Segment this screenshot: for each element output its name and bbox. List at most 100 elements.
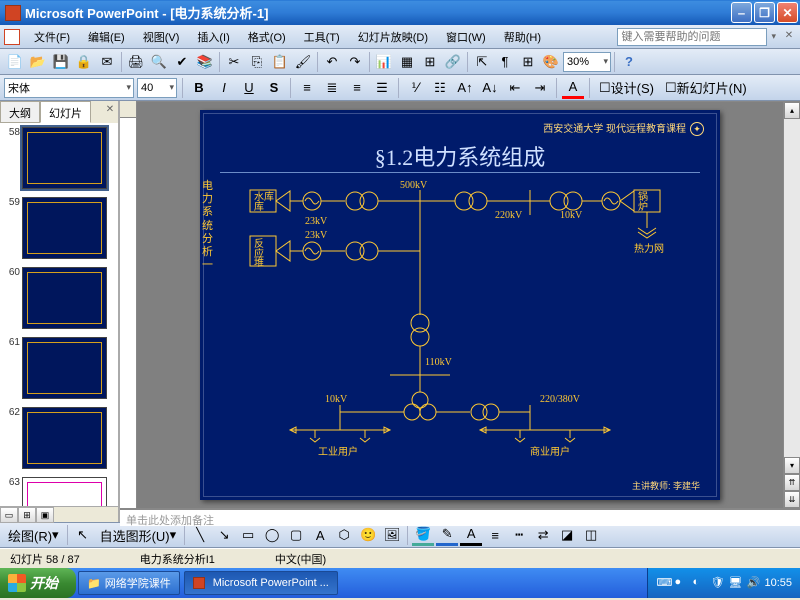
- thumbnail[interactable]: 60: [4, 267, 114, 329]
- rectangle-button[interactable]: ▭: [237, 524, 259, 546]
- scroll-down-button[interactable]: ▾: [784, 457, 800, 474]
- select-button[interactable]: ↖: [72, 524, 94, 546]
- preview-button[interactable]: 🔍: [148, 51, 170, 73]
- pane-close-button[interactable]: ✕: [102, 101, 118, 123]
- wordart-button[interactable]: A: [309, 524, 331, 546]
- expand-button[interactable]: ⇱: [471, 51, 493, 73]
- menu-dropdown-icon[interactable]: ▾: [771, 31, 776, 42]
- textbox-button[interactable]: ▢: [285, 524, 307, 546]
- tab-outline[interactable]: 大纲: [0, 101, 40, 123]
- undo-button[interactable]: ↶: [321, 51, 343, 73]
- italic-button[interactable]: I: [213, 77, 235, 99]
- notes-pane[interactable]: 单击此处添加备注: [120, 508, 800, 526]
- thumbnail[interactable]: 59: [4, 197, 114, 259]
- menu-insert[interactable]: 插入(I): [189, 27, 237, 47]
- thumbnail[interactable]: 58: [4, 127, 114, 189]
- cut-button[interactable]: ✂: [223, 51, 245, 73]
- font-color-button-2[interactable]: A: [460, 524, 482, 546]
- line-color-button[interactable]: ✎: [436, 524, 458, 546]
- font-name-combo[interactable]: 宋体: [4, 78, 134, 98]
- tray-icon[interactable]: 🔊: [746, 576, 760, 590]
- diagram-button[interactable]: ⬡: [333, 524, 355, 546]
- font-color-button[interactable]: A: [562, 77, 584, 99]
- align-center-button[interactable]: ≣: [321, 77, 343, 99]
- paste-button[interactable]: 📋: [269, 51, 291, 73]
- zoom-combo[interactable]: 30%: [563, 52, 611, 72]
- tray-icon[interactable]: ⌨: [656, 576, 670, 590]
- hyperlink-button[interactable]: 🔗: [442, 51, 464, 73]
- thumbnail[interactable]: 61: [4, 337, 114, 399]
- new-slide-button[interactable]: ☐ 新幻灯片(N): [661, 77, 751, 99]
- align-right-button[interactable]: ≡: [346, 77, 368, 99]
- chart-button[interactable]: 📊: [373, 51, 395, 73]
- decrease-indent-button[interactable]: ⇤: [504, 77, 526, 99]
- help-button[interactable]: ?: [618, 51, 640, 73]
- vertical-scrollbar[interactable]: ▴ ▾ ⇈ ⇊: [783, 102, 800, 508]
- thumbnail[interactable]: 62: [4, 407, 114, 469]
- spell-button[interactable]: ✔: [171, 51, 193, 73]
- picture-button[interactable]: 🖼: [381, 524, 403, 546]
- underline-button[interactable]: U: [238, 77, 260, 99]
- 3d-style-button[interactable]: ◫: [580, 524, 602, 546]
- new-button[interactable]: 📄: [4, 51, 26, 73]
- email-button[interactable]: ✉: [96, 51, 118, 73]
- numbering-button[interactable]: ⅟: [404, 77, 426, 99]
- increase-font-button[interactable]: A↑: [454, 77, 476, 99]
- prev-slide-button[interactable]: ⇈: [784, 474, 800, 491]
- bold-button[interactable]: B: [188, 77, 210, 99]
- font-size-combo[interactable]: 40: [137, 78, 177, 98]
- dash-style-button[interactable]: ┅: [508, 524, 530, 546]
- format-painter-button[interactable]: 🖌: [292, 51, 314, 73]
- bullets-button[interactable]: ☷: [429, 77, 451, 99]
- taskbar-item[interactable]: 📁 网络学院课件: [78, 571, 180, 595]
- tray-icon[interactable]: 🛡: [710, 576, 724, 590]
- doc-close-button[interactable]: ✕: [782, 30, 796, 44]
- slide-canvas[interactable]: 西安交通大学 现代远程教育课程✦ §1.2电力系统组成 电力系统分析一 水库库 …: [137, 102, 783, 508]
- thumbnails-list[interactable]: 58 59 60 61 62 63: [0, 123, 118, 506]
- next-slide-button[interactable]: ⇊: [784, 491, 800, 508]
- slide[interactable]: 西安交通大学 现代远程教育课程✦ §1.2电力系统组成 电力系统分析一 水库库 …: [200, 110, 720, 500]
- copy-button[interactable]: ⎘: [246, 51, 268, 73]
- start-button[interactable]: 开始: [0, 568, 76, 598]
- scroll-up-button[interactable]: ▴: [784, 102, 800, 119]
- menu-slideshow[interactable]: 幻灯片放映(D): [350, 27, 436, 47]
- close-button[interactable]: ✕: [777, 2, 798, 23]
- open-button[interactable]: 📂: [27, 51, 49, 73]
- grid-button[interactable]: ⊞: [517, 51, 539, 73]
- increase-indent-button[interactable]: ⇥: [529, 77, 551, 99]
- oval-button[interactable]: ◯: [261, 524, 283, 546]
- decrease-font-button[interactable]: A↓: [479, 77, 501, 99]
- maximize-button[interactable]: ❐: [754, 2, 775, 23]
- minimize-button[interactable]: ‒: [731, 2, 752, 23]
- menu-tools[interactable]: 工具(T): [296, 27, 348, 47]
- line-style-button[interactable]: ≡: [484, 524, 506, 546]
- align-left-button[interactable]: ≡: [296, 77, 318, 99]
- tray-icon[interactable]: ●: [674, 576, 688, 590]
- arrow-button[interactable]: ↘: [213, 524, 235, 546]
- help-search[interactable]: [617, 28, 767, 46]
- redo-button[interactable]: ↷: [344, 51, 366, 73]
- normal-view-button[interactable]: ▭: [0, 507, 18, 523]
- fill-color-button[interactable]: 🪣: [412, 524, 434, 546]
- system-tray[interactable]: ⌨ ● ◐ 🛡 🖥 🔊 10:55: [647, 568, 800, 598]
- tab-slides[interactable]: 幻灯片: [40, 101, 91, 123]
- distributed-button[interactable]: ☰: [371, 77, 393, 99]
- tray-icon[interactable]: 🖥: [728, 576, 742, 590]
- menu-format[interactable]: 格式(O): [240, 27, 294, 47]
- tray-icon[interactable]: ◐: [692, 576, 706, 590]
- menu-view[interactable]: 视图(V): [135, 27, 188, 47]
- clock[interactable]: 10:55: [764, 577, 792, 589]
- shadow-style-button[interactable]: ◪: [556, 524, 578, 546]
- arrow-style-button[interactable]: ⇄: [532, 524, 554, 546]
- color-button[interactable]: 🎨: [540, 51, 562, 73]
- permission-button[interactable]: 🔒: [73, 51, 95, 73]
- research-button[interactable]: 📚: [194, 51, 216, 73]
- menu-help[interactable]: 帮助(H): [496, 27, 549, 47]
- save-button[interactable]: 💾: [50, 51, 72, 73]
- sorter-view-button[interactable]: ⊞: [18, 507, 36, 523]
- slideshow-view-button[interactable]: ▣: [36, 507, 54, 523]
- design-button[interactable]: ☐ 设计(S): [595, 77, 658, 99]
- taskbar-item[interactable]: Microsoft PowerPoint ...: [184, 571, 338, 595]
- tables-borders-button[interactable]: ⊞: [419, 51, 441, 73]
- menu-edit[interactable]: 编辑(E): [80, 27, 133, 47]
